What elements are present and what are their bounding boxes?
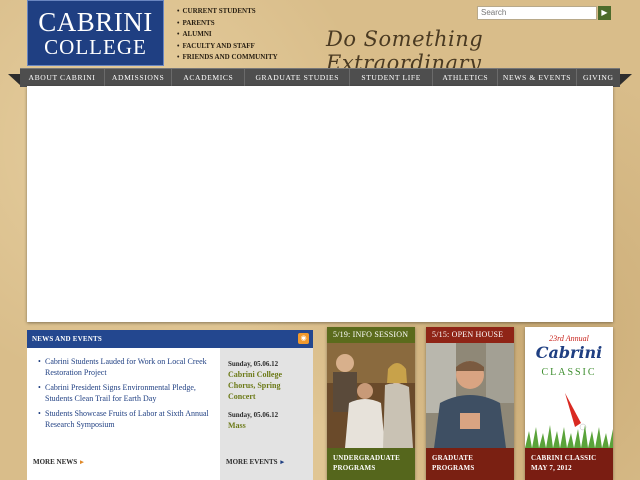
news-title: NEWS AND EVENTS [32,335,102,343]
quick-link-parents[interactable]: PARENTS [177,18,278,30]
event-title[interactable]: Mass [228,420,308,431]
students-photo [327,343,415,448]
quick-link-friends-community[interactable]: FRIENDS AND COMMUNITY [177,52,277,64]
quick-link-current-students[interactable]: CURRENT STUDENTS [177,6,278,18]
nav-news-events[interactable]: NEWS & EVENTS [498,69,577,87]
news-item[interactable]: Cabrini Students Lauded for Work on Loca… [38,357,225,378]
promo-cabrini-classic[interactable]: 23rd Annual Cabrini CLASSIC CABRINI CLAS… [525,327,613,480]
news-item[interactable]: Students Showcase Fruits of Labor at Six… [38,409,225,430]
promo-footer: GRADUATE PROGRAMS [426,448,514,480]
logo-line-2: COLLEGE [44,35,147,59]
main-content-area [27,86,613,322]
event-date: Sunday, 05.06.12 [228,360,279,368]
promo-header: 5/15: OPEN HOUSE [426,327,514,343]
chevron-right-icon: ▸ [80,458,84,466]
main-nav: ABOUT CABRINI ADMISSIONS ACADEMICS GRADU… [20,68,620,87]
nav-graduate-studies[interactable]: GRADUATE STUDIES [245,69,351,87]
search-input[interactable]: Search [477,6,597,20]
news-item[interactable]: Cabrini President Signs Environmental Pl… [38,383,225,404]
promo-footer: UNDERGRADUATE PROGRAMS [327,448,415,480]
college-logo[interactable]: CABRINI COLLEGE [27,0,164,66]
nav-athletics[interactable]: ATHLETICS [433,69,499,87]
chevron-right-icon: ▸ [280,458,285,466]
more-events-link[interactable]: MORE EVENTS ▸ [226,458,284,466]
promo-header: 5/19: INFO SESSION [327,327,415,343]
promo-info-session[interactable]: 5/19: INFO SESSION UNDERGRADUATE PROGRAM… [327,327,415,480]
classic-artwork: 23rd Annual Cabrini CLASSIC [525,327,613,448]
more-news-label: MORE NEWS [33,458,78,466]
nav-academics[interactable]: ACADEMICS [172,69,246,87]
more-events-label: MORE EVENTS [226,458,278,466]
logo-line-1: CABRINI [38,7,153,37]
event-date: Sunday, 05.06.12 [228,411,279,419]
news-list: Cabrini Students Lauded for Work on Loca… [37,357,225,435]
nav-about-cabrini[interactable]: ABOUT CABRINI [20,69,106,87]
quick-link-alumni[interactable]: ALUMNI [177,29,278,41]
nav-student-life[interactable]: STUDENT LIFE [350,69,434,87]
nav-giving[interactable]: GIVING [577,69,620,87]
events-column: Sunday, 05.06.12 Cabrini College Chorus,… [220,348,313,480]
speaker-photo [426,343,514,448]
nav-ribbon-fold-right [620,74,632,85]
more-news-link[interactable]: MORE NEWS ▸ [33,458,84,466]
news-header: NEWS AND EVENTS ◉ [27,330,313,348]
news-events-panel: NEWS AND EVENTS ◉ Cabrini Students Laude… [27,330,313,480]
rss-icon[interactable]: ◉ [298,333,309,344]
nav-admissions[interactable]: ADMISSIONS [105,69,173,87]
event-title[interactable]: Cabrini College Chorus, Spring Concert [228,369,308,402]
promo-footer: CABRINI CLASSIC MAY 7, 2012 [525,448,613,480]
nav-ribbon-fold-left [8,74,20,85]
search-button[interactable]: ▶ [598,6,611,20]
arrow-right-icon: ▶ [601,8,608,17]
quick-links: CURRENT STUDENTS PARENTS ALUMNI FACULTY … [177,6,278,64]
quick-link-faculty-staff[interactable]: FACULTY AND STAFF [177,41,278,53]
promo-open-house[interactable]: 5/15: OPEN HOUSE GRADUATE PROGRAMS [426,327,514,480]
